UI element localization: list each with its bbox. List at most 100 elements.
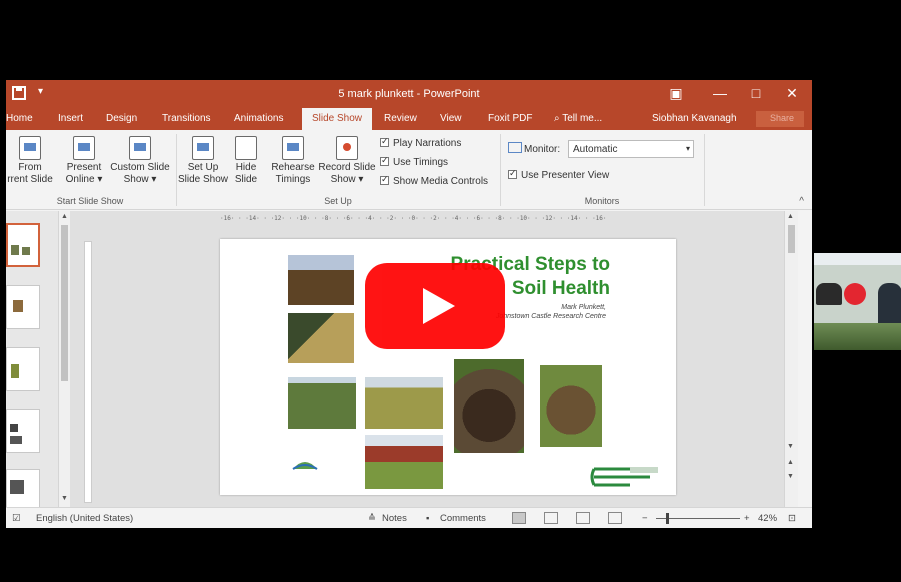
teagasc-logo — [590, 467, 658, 487]
tell-me-search[interactable]: ⌕ Tell me... — [554, 113, 602, 124]
collapse-ribbon-icon[interactable]: ^ — [799, 196, 804, 207]
slide-thumbnail[interactable] — [6, 347, 40, 391]
play-narrations-checkbox[interactable]: Play Narrations — [380, 136, 462, 149]
zoom-slider-handle[interactable] — [666, 513, 669, 524]
present-online-button[interactable]: Present Online ▾ — [62, 136, 106, 186]
zoom-level[interactable]: 42% — [758, 513, 777, 524]
tab-design[interactable]: Design — [106, 113, 137, 124]
custom-show-icon — [129, 136, 151, 160]
scroll-up-icon[interactable]: ▲ — [61, 213, 68, 220]
crop-field-photo — [288, 377, 356, 429]
record-icon — [336, 136, 358, 160]
chevron-down-icon: ▾ — [685, 144, 690, 153]
editor-scrollbar[interactable]: ▲ ▼ ▲ ▼ — [784, 211, 798, 507]
ribbon-display-options-icon[interactable]: ▣ — [666, 85, 686, 102]
slide-thumbnail[interactable] — [6, 223, 40, 267]
set-up-group-label: Set Up — [324, 196, 352, 206]
monitor-icon — [508, 142, 522, 153]
soil-sample-photo — [288, 313, 354, 363]
hide-slide-icon — [235, 136, 257, 160]
checkbox-checked-icon — [380, 136, 389, 147]
use-timings-label: Use Timings — [393, 157, 449, 168]
ribbon-tabs: Home Insert Design Transitions Animation… — [6, 108, 812, 130]
tab-home[interactable]: Home — [6, 113, 33, 124]
scroll-up-icon[interactable]: ▲ — [787, 213, 794, 220]
slide-thumbnail[interactable] — [6, 409, 40, 453]
next-slide-icon[interactable]: ▼ — [787, 473, 794, 480]
notes-button[interactable]: Notes — [382, 513, 407, 524]
editor-scroll-thumb[interactable] — [788, 225, 795, 253]
record-slide-show-button[interactable]: Record Slide Show ▾ — [318, 136, 376, 186]
tab-slide-show[interactable]: Slide Show — [302, 108, 373, 130]
youtube-play-button[interactable] — [365, 263, 505, 349]
language-indicator[interactable]: English (United States) — [36, 513, 133, 524]
setup-show-icon — [192, 136, 214, 160]
play-narrations-label: Play Narrations — [393, 138, 462, 149]
webcam-feed — [814, 253, 901, 350]
agency-logo — [292, 462, 318, 470]
fit-to-window-icon[interactable]: ⊡ — [788, 513, 796, 524]
zoom-in-icon[interactable]: + — [744, 513, 750, 524]
checkbox-checked-icon — [508, 168, 517, 179]
start-slide-show-group-label: Start Slide Show — [56, 196, 124, 206]
spelling-check-icon[interactable]: ☑ — [12, 513, 21, 524]
horizontal-ruler: ·16· · ·14· · ·12· · ·10· · ·8· · ·6· · … — [220, 215, 607, 222]
tab-review[interactable]: Review — [384, 113, 417, 124]
slide-sorter-view-button[interactable] — [544, 512, 558, 524]
ribbon-divider — [176, 134, 177, 206]
zoom-out-icon[interactable]: − — [642, 513, 648, 524]
tab-animations[interactable]: Animations — [234, 113, 283, 124]
slide-show-view-button[interactable] — [608, 512, 622, 524]
slide-editor: ·16· · ·14· · ·12· · ·10· · ·8· · ·6· · … — [70, 211, 798, 507]
set-up-slide-show-button[interactable]: Set Up Slide Show — [178, 136, 228, 186]
show-media-controls-checkbox[interactable]: Show Media Controls — [380, 174, 488, 187]
previous-slide-icon[interactable]: ▲ — [787, 459, 794, 466]
slide-thumbnail[interactable] — [6, 285, 40, 329]
scroll-down-icon[interactable]: ▼ — [787, 443, 794, 450]
set-up-slide-show-label: Set Up Slide Show — [178, 162, 229, 185]
notes-icon[interactable]: ≙ — [368, 513, 376, 524]
tab-foxit-pdf[interactable]: Foxit PDF — [488, 113, 532, 124]
use-presenter-view-checkbox[interactable]: Use Presenter View — [508, 168, 610, 181]
tab-view[interactable]: View — [440, 113, 462, 124]
globe-screen-icon — [73, 136, 95, 160]
normal-view-button[interactable] — [512, 512, 526, 524]
share-button[interactable]: Share — [756, 111, 804, 127]
tab-insert[interactable]: Insert — [58, 113, 83, 124]
custom-slide-show-label: Custom Slide Show ▾ — [110, 162, 170, 185]
stopwatch-icon — [282, 136, 304, 160]
soil-in-hand-photo — [540, 365, 602, 447]
thumbnail-scrollbar[interactable]: ▲ ▼ — [58, 211, 70, 507]
rehearse-timings-button[interactable]: Rehearse Timings — [268, 136, 318, 186]
user-name[interactable]: Siobhan Kavanagh — [652, 113, 737, 124]
use-presenter-view-label: Use Presenter View — [521, 170, 610, 181]
comments-icon[interactable]: ▪ — [426, 513, 429, 524]
comments-button[interactable]: Comments — [440, 513, 486, 524]
ribbon-divider — [500, 134, 501, 206]
custom-slide-show-button[interactable]: Custom Slide Show ▾ — [110, 136, 170, 186]
monitor-select[interactable]: Automatic ▾ — [568, 140, 694, 158]
tab-transitions[interactable]: Transitions — [162, 113, 211, 124]
from-current-slide-button[interactable]: From rrent Slide — [6, 136, 56, 186]
minimize-button[interactable]: — — [710, 85, 730, 101]
thumbnail-scroll-thumb[interactable] — [61, 225, 68, 381]
checkbox-checked-icon — [380, 155, 389, 166]
scroll-down-icon[interactable]: ▼ — [61, 495, 68, 502]
use-timings-checkbox[interactable]: Use Timings — [380, 155, 449, 168]
rehearse-timings-label: Rehearse Timings — [271, 162, 315, 185]
ribbon: From rrent Slide Present Online ▾ Custom… — [6, 130, 812, 210]
reading-view-button[interactable] — [576, 512, 590, 524]
hide-slide-button[interactable]: Hide Slide — [230, 136, 262, 186]
close-button[interactable]: ✕ — [782, 85, 802, 102]
title-bar: ▾ 5 mark plunkett - PowerPoint ▣ — □ ✕ — [6, 80, 812, 108]
record-slide-show-label: Record Slide Show ▾ — [318, 162, 376, 185]
maximize-button[interactable]: □ — [746, 85, 766, 101]
checkbox-checked-icon — [380, 174, 389, 185]
presenter-logo-badge — [844, 283, 866, 305]
hide-slide-label: Hide Slide — [234, 162, 258, 185]
soil-pit-photo — [454, 359, 524, 453]
present-online-label: Present Online ▾ — [65, 162, 103, 185]
from-current-slide-label: From rrent Slide — [7, 162, 53, 185]
vertical-ruler — [84, 241, 92, 503]
soil-heap-photo — [288, 255, 354, 305]
